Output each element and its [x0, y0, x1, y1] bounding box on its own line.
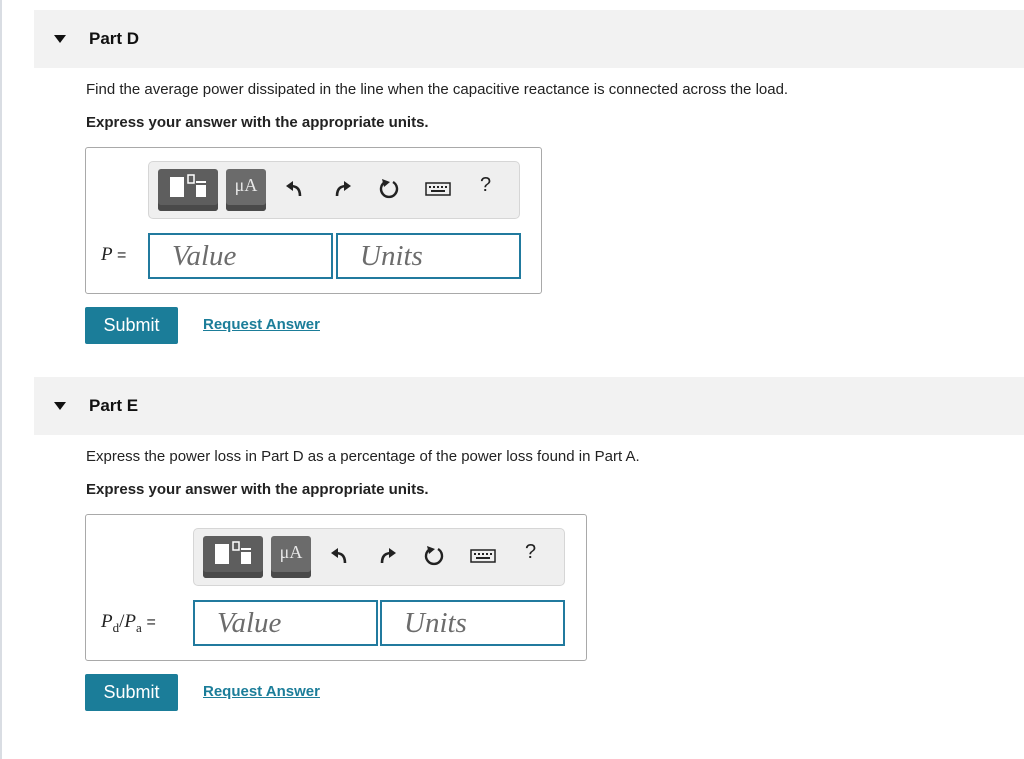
part-e-instruction: Express your answer with the appropriate… [86, 481, 429, 498]
redo-icon[interactable] [376, 543, 400, 569]
variable-label: Pd/Pa = [101, 611, 156, 635]
part-d-title: Part D [89, 29, 140, 48]
reset-icon[interactable] [422, 543, 446, 569]
collapse-caret-icon[interactable] [54, 35, 66, 43]
part-d-answer-box: μA ? P = Value Units [85, 147, 542, 294]
undo-icon[interactable] [327, 543, 351, 569]
part-d-toolbar: μA ? [148, 161, 520, 219]
keyboard-icon[interactable] [423, 176, 453, 202]
help-icon[interactable]: ? [480, 174, 491, 197]
part-d-question: Find the average power dissipated in the… [86, 81, 789, 98]
left-border [0, 0, 2, 759]
part-e-header[interactable]: Part E [34, 377, 1024, 435]
help-icon[interactable]: ? [525, 541, 536, 564]
request-answer-link[interactable]: Request Answer [203, 316, 320, 333]
part-e-title: Part E [89, 396, 139, 415]
submit-button[interactable]: Submit [85, 674, 178, 711]
units-button[interactable]: μA [271, 536, 311, 578]
value-input[interactable]: Value [193, 600, 378, 646]
part-d-instruction: Express your answer with the appropriate… [86, 114, 429, 131]
part-d-header[interactable]: Part D [34, 10, 1024, 68]
redo-icon[interactable] [331, 176, 355, 202]
part-e-toolbar: μA ? [193, 528, 565, 586]
part-e-answer-box: μA ? Pd/Pa = Value Units [85, 514, 587, 661]
templates-icon[interactable] [203, 536, 263, 578]
reset-icon[interactable] [377, 176, 401, 202]
part-e-question: Express the power loss in Part D as a pe… [86, 448, 640, 465]
units-input[interactable]: Units [380, 600, 565, 646]
keyboard-icon[interactable] [468, 543, 498, 569]
value-input[interactable]: Value [148, 233, 333, 279]
submit-button[interactable]: Submit [85, 307, 178, 344]
undo-icon[interactable] [282, 176, 306, 202]
templates-icon[interactable] [158, 169, 218, 211]
request-answer-link[interactable]: Request Answer [203, 683, 320, 700]
variable-label: P = [101, 244, 127, 265]
units-input[interactable]: Units [336, 233, 521, 279]
units-button[interactable]: μA [226, 169, 266, 211]
collapse-caret-icon[interactable] [54, 402, 66, 410]
